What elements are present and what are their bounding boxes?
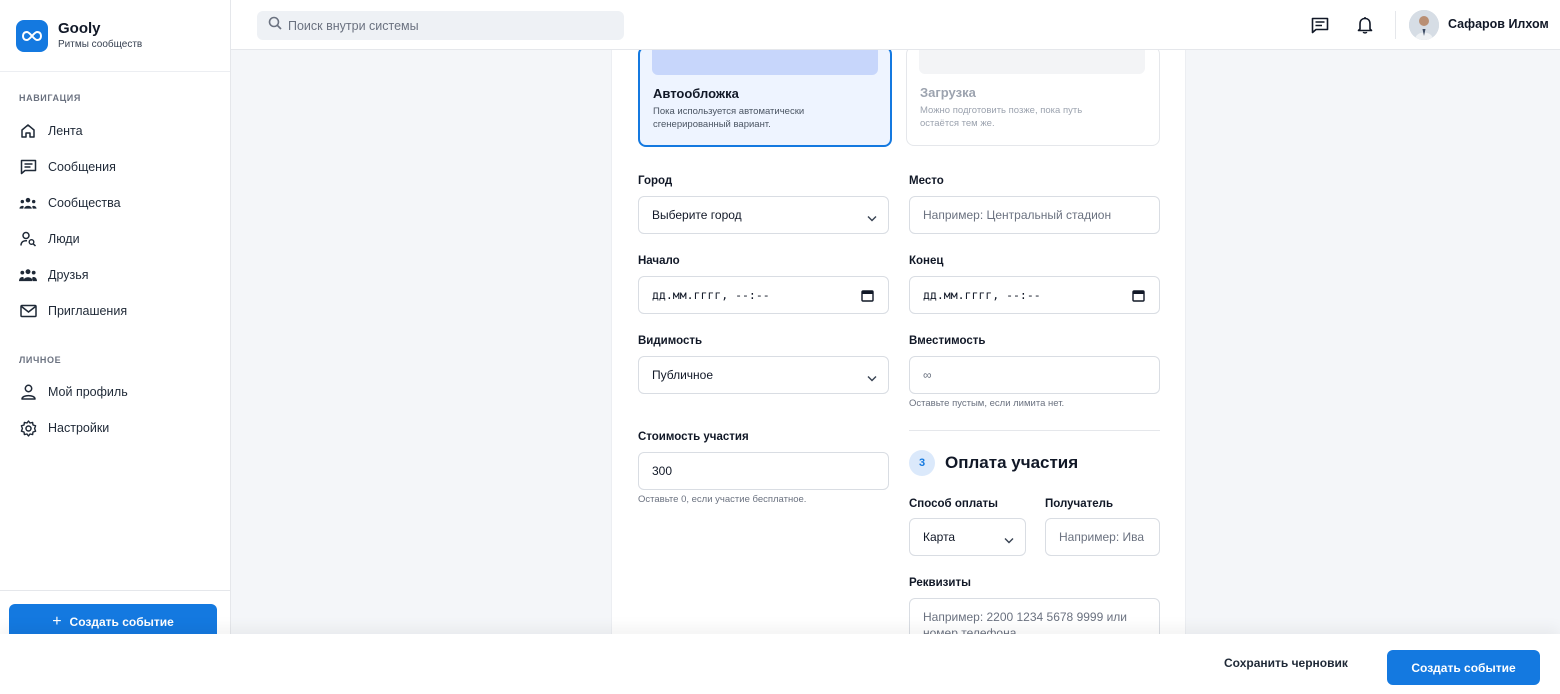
end-datetime-value: дд.мм.гггг, --:-- [923, 288, 1041, 302]
end-label: Конец [909, 255, 944, 267]
cover-option-title: Автообложка [653, 86, 739, 101]
cover-option-title: Загрузка [920, 85, 976, 100]
search-bar[interactable] [257, 11, 624, 40]
sidebar-item-label: Приглашения [48, 304, 128, 318]
sidebar-item-people[interactable]: Люди [0, 221, 231, 257]
place-input[interactable]: Например: Центральный стадион [909, 196, 1160, 234]
sidebar-item-label: Настройки [48, 421, 110, 435]
calendar-icon[interactable] [1132, 289, 1145, 305]
chevron-down-icon [867, 211, 877, 225]
sidebar-divider [0, 590, 231, 591]
plus-icon: + [52, 613, 62, 630]
mail-icon [19, 302, 37, 320]
section-divider [909, 430, 1160, 431]
cover-option-auto[interactable]: Автообложка Пока используется автоматиче… [638, 50, 892, 147]
nav-section-title: НАВИГАЦИЯ [19, 93, 81, 103]
sidebar-item-label: Лента [48, 124, 83, 138]
cover-preview [652, 50, 878, 75]
start-datetime-value: дд.мм.гггг, --:-- [652, 288, 770, 302]
chevron-down-icon [867, 371, 877, 385]
personal-section-title: ЛИЧНОЕ [19, 355, 62, 365]
bell-icon[interactable] [1354, 14, 1376, 36]
calendar-icon[interactable] [861, 289, 874, 305]
message-icon [19, 158, 37, 176]
save-draft-button[interactable]: Сохранить черновик [1224, 656, 1348, 670]
recipient-input[interactable]: Например: Ива [1045, 518, 1160, 556]
friends-icon [19, 266, 37, 284]
price-input[interactable]: 300 [638, 452, 889, 490]
brand[interactable]: Gooly Ритмы сообществ [0, 0, 230, 72]
payment-details-label: Реквизиты [909, 577, 971, 589]
price-label: Стоимость участия [638, 431, 749, 443]
city-select-value: Выберите город [652, 208, 742, 222]
event-form-panel: Автообложка Пока используется автоматиче… [611, 50, 1186, 634]
capacity-hint: Оставьте пустым, если лимита нет. [909, 398, 1065, 409]
payment-method-value: Карта [923, 530, 956, 544]
sidebar: Gooly Ритмы сообществ НАВИГАЦИЯ Лента Со… [0, 0, 231, 694]
sidebar-item-label: Друзья [48, 268, 89, 282]
sidebar-item-messages[interactable]: Сообщения [0, 149, 231, 185]
chevron-down-icon [1004, 533, 1014, 547]
home-icon [19, 122, 37, 140]
place-label: Место [909, 175, 944, 187]
brand-subtitle: Ритмы сообществ [58, 39, 143, 50]
sidebar-item-profile[interactable]: Мой профиль [0, 374, 231, 410]
visibility-select[interactable]: Публичное [638, 356, 889, 394]
sidebar-item-feed[interactable]: Лента [0, 113, 231, 149]
cover-upload-preview [919, 50, 1145, 74]
communities-icon [19, 194, 37, 212]
payment-details-textarea[interactable]: Например: 2200 1234 5678 9999 или номер … [909, 598, 1160, 634]
visibility-select-value: Публичное [652, 368, 714, 382]
price-value: 300 [652, 464, 673, 478]
payment-section-title: Оплата участия [945, 453, 1079, 472]
search-icon [268, 16, 282, 35]
place-placeholder: Например: Центральный стадион [923, 208, 1112, 222]
recipient-label: Получатель [1045, 498, 1114, 510]
start-datetime-input[interactable]: дд.мм.гггг, --:-- [638, 276, 889, 314]
price-hint: Оставьте 0, если участие бесплатное. [638, 494, 807, 505]
recipient-placeholder: Например: Ива [1059, 530, 1145, 544]
sidebar-item-friends[interactable]: Друзья [0, 257, 231, 293]
gear-icon [19, 419, 37, 437]
payment-method-select[interactable]: Карта [909, 518, 1026, 556]
step-badge: 3 [909, 450, 935, 476]
city-select[interactable]: Выберите город [638, 196, 889, 234]
start-label: Начало [638, 255, 680, 267]
user-name[interactable]: Сафаров Илхом [1448, 17, 1549, 31]
sidebar-item-invitations[interactable]: Приглашения [0, 293, 231, 329]
create-event-button[interactable]: Создать событие [1387, 650, 1540, 685]
search-input[interactable] [288, 18, 608, 33]
topbar: Сафаров Илхом [231, 0, 1560, 50]
cover-option-desc: Можно подготовить позже, пока путь остаё… [920, 105, 1083, 129]
sidebar-item-communities[interactable]: Сообщества [0, 185, 231, 221]
brand-name: Gooly [58, 20, 101, 37]
city-label: Город [638, 175, 673, 187]
cover-option-upload[interactable]: Загрузка Можно подготовить позже, пока п… [906, 50, 1160, 146]
messages-icon[interactable] [1309, 14, 1331, 36]
visibility-label: Видимость [638, 335, 703, 347]
capacity-input[interactable]: ∞ [909, 356, 1160, 394]
create-event-label: Создать событие [69, 615, 174, 629]
payment-details-placeholder: Например: 2200 1234 5678 9999 или номер … [923, 610, 1128, 634]
bottom-action-bar: Сохранить черновик Создать событие [0, 634, 1560, 694]
infinity-icon [16, 19, 48, 52]
user-icon [19, 383, 37, 401]
cover-option-desc: Пока используется автоматически сгенерир… [653, 106, 805, 130]
sidebar-item-label: Мой профиль [48, 385, 128, 399]
avatar[interactable] [1409, 10, 1439, 40]
sidebar-item-label: Сообщения [48, 160, 116, 174]
capacity-label: Вместимость [909, 335, 986, 347]
people-search-icon [19, 230, 37, 248]
sidebar-item-label: Сообщества [48, 196, 121, 210]
sidebar-item-settings[interactable]: Настройки [0, 410, 231, 446]
topbar-divider [1395, 11, 1396, 39]
sidebar-item-label: Люди [48, 232, 80, 246]
payment-method-label: Способ оплаты [909, 498, 998, 510]
capacity-placeholder: ∞ [923, 368, 932, 382]
end-datetime-input[interactable]: дд.мм.гггг, --:-- [909, 276, 1160, 314]
